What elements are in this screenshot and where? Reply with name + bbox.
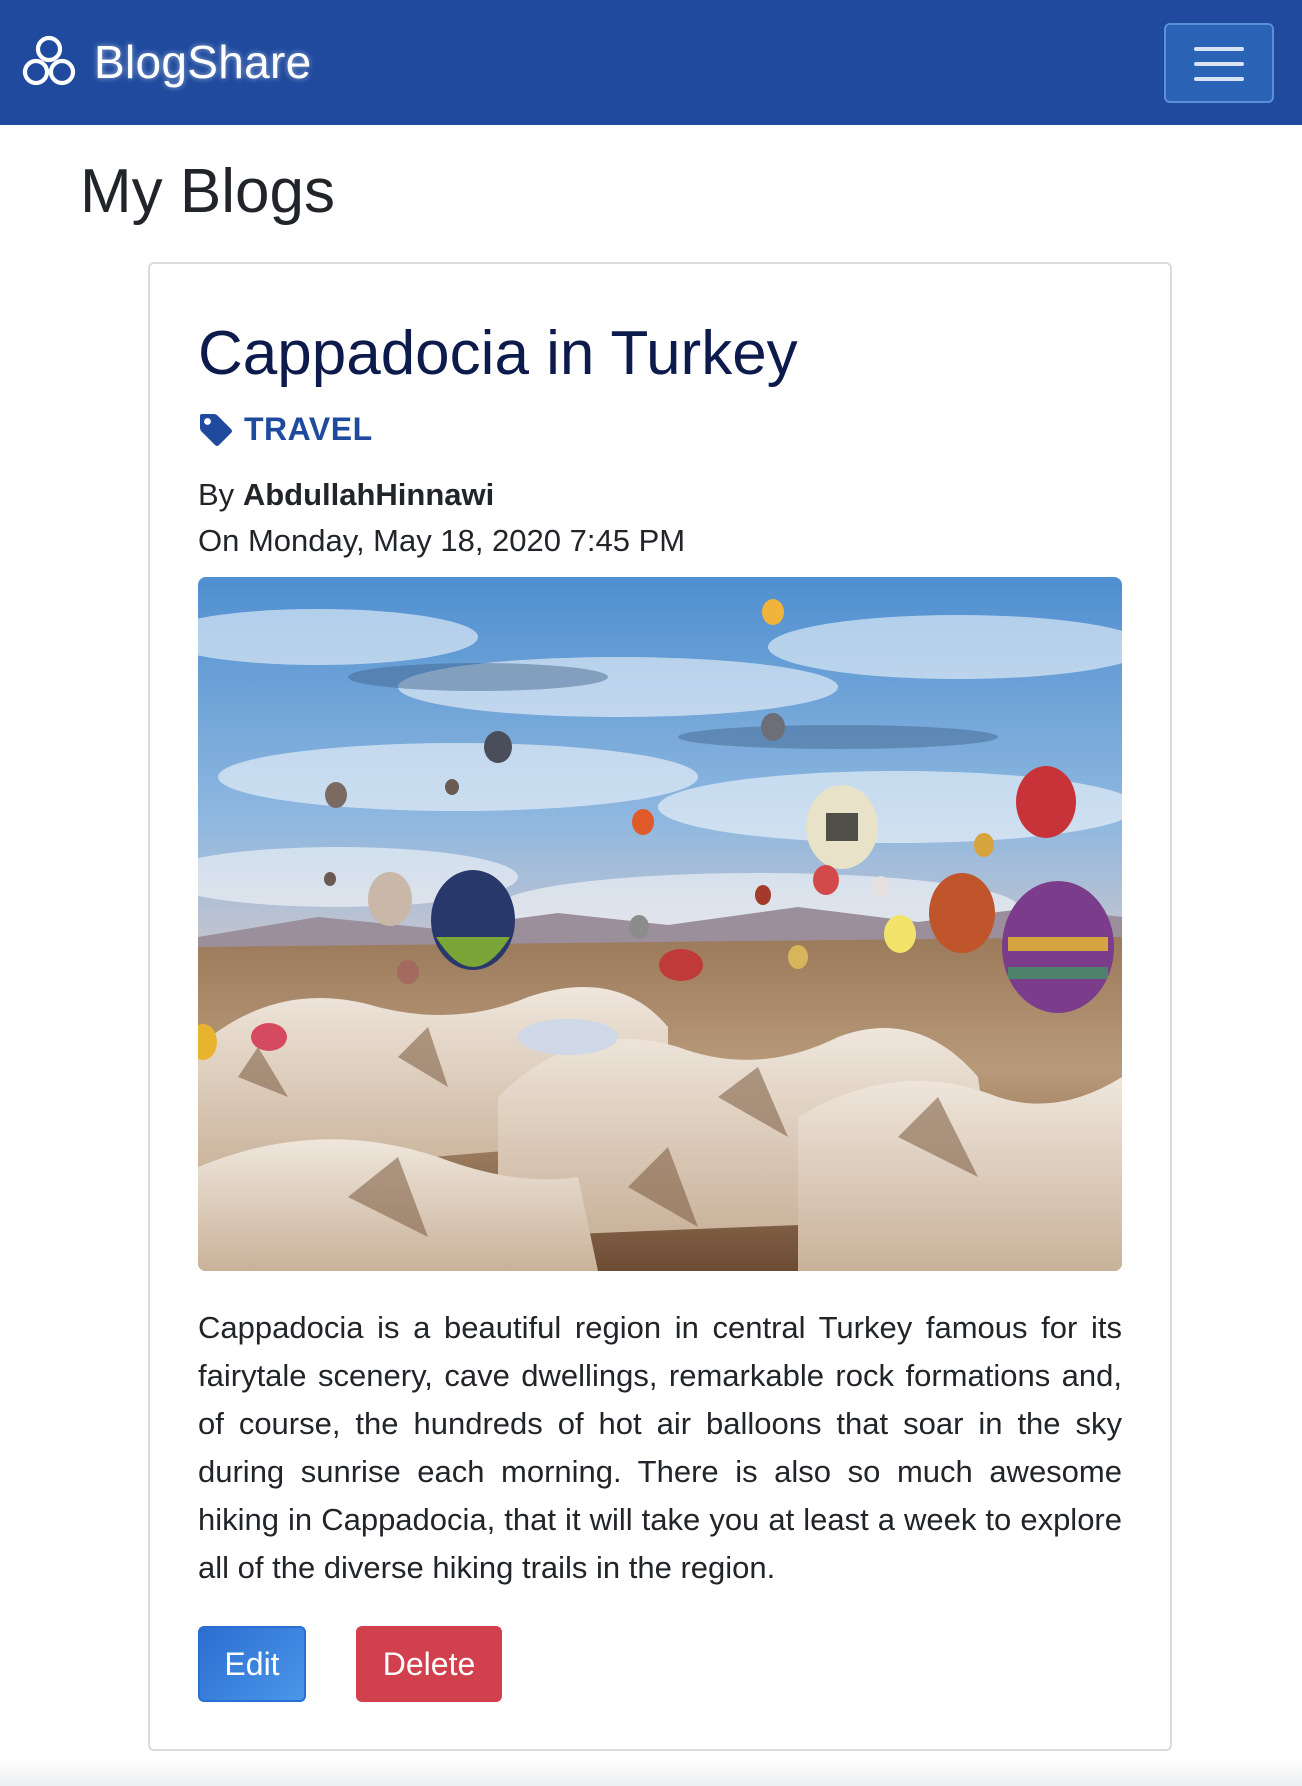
brand-name: BlogShare bbox=[94, 36, 312, 88]
navbar: BlogShare bbox=[0, 0, 1302, 125]
bubbles-logo-icon bbox=[22, 35, 76, 86]
author-line: By AbdullahHinnawi bbox=[198, 472, 494, 518]
page-title: My Blogs bbox=[80, 157, 335, 226]
post-title[interactable]: Cappadocia in Turkey bbox=[198, 314, 798, 394]
author-name: AbdullahHinnawi bbox=[242, 477, 495, 512]
post-body: Cappadocia is a beautiful region in cent… bbox=[198, 1310, 1122, 1585]
post-image bbox=[198, 577, 1122, 1271]
category-label: TRAVEL bbox=[244, 411, 373, 447]
category-tag[interactable]: TRAVEL bbox=[198, 411, 373, 448]
edit-button[interactable]: Edit bbox=[198, 1626, 306, 1702]
hamburger-menu-button[interactable] bbox=[1164, 23, 1274, 103]
hamburger-menu-icon bbox=[1194, 47, 1244, 51]
blog-card: Cappadocia in Turkey TRAVEL By AbdullahH… bbox=[148, 262, 1172, 1751]
brand-link[interactable]: BlogShare bbox=[20, 30, 312, 94]
post-date: On Monday, May 18, 2020 7:45 PM bbox=[198, 523, 686, 558]
hamburger-line bbox=[1194, 62, 1244, 66]
hamburger-line bbox=[1194, 77, 1244, 81]
delete-button[interactable]: Delete bbox=[356, 1626, 502, 1702]
page-bottom-edge bbox=[0, 1758, 1302, 1786]
author-prefix: By bbox=[198, 477, 235, 512]
tag-icon bbox=[200, 413, 232, 446]
